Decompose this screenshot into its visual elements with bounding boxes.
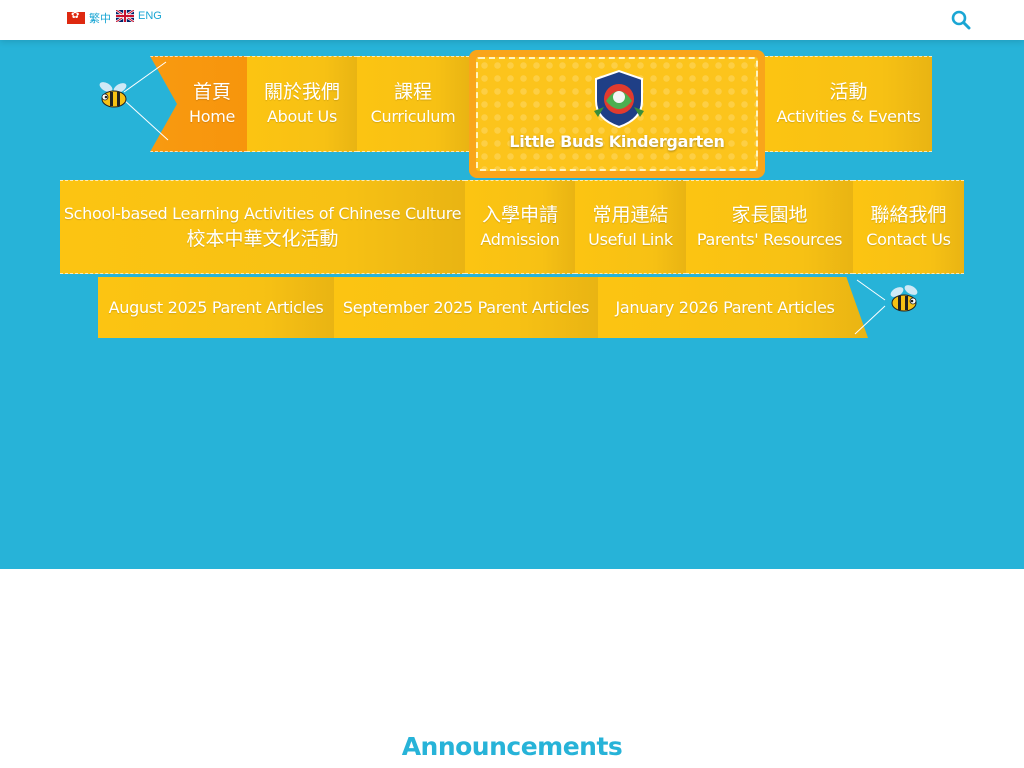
logo-frame: Little Buds Kindergarten bbox=[476, 57, 758, 171]
nav-chinese-culture-zh: 校本中華文化活動 bbox=[186, 228, 339, 250]
nav-useful-link[interactable]: 常用連結 Useful Link bbox=[575, 180, 686, 274]
nav-home-zh: 首頁 bbox=[192, 81, 231, 103]
nav-chinese-culture-en: School-based Learning Activities of Chin… bbox=[63, 204, 462, 223]
announcements-heading: Announcements bbox=[401, 732, 623, 761]
nav-useful-link-zh: 常用連結 bbox=[592, 204, 669, 226]
uk-flag-icon bbox=[116, 10, 134, 22]
language-en-label: ENG bbox=[138, 10, 162, 22]
nav-row-3: August 2025 Parent Articles September 20… bbox=[98, 277, 868, 338]
nav-activities-zh: 活動 bbox=[829, 81, 868, 103]
bee-right-icon bbox=[854, 279, 918, 335]
nav-parents-resources-en: Parents' Resources bbox=[696, 230, 843, 249]
top-bar: 繁中 ENG bbox=[0, 0, 1024, 40]
school-crest-icon bbox=[594, 69, 644, 129]
nav-about-us-zh: 關於我們 bbox=[263, 81, 340, 103]
nav-admission-zh: 入學申請 bbox=[481, 204, 558, 226]
nav-contact-us[interactable]: 聯絡我們 Contact Us bbox=[853, 180, 964, 274]
nav-curriculum-zh: 課程 bbox=[393, 81, 432, 103]
nav-useful-link-en: Useful Link bbox=[588, 230, 673, 249]
nav-january-articles[interactable]: January 2026 Parent Articles bbox=[598, 277, 868, 338]
nav-contact-us-zh: 聯絡我們 bbox=[870, 204, 947, 226]
nav-august-articles-label: August 2025 Parent Articles bbox=[108, 297, 324, 317]
bee-left-icon bbox=[99, 61, 169, 141]
nav-activities-events[interactable]: 活動 Activities & Events bbox=[765, 56, 932, 152]
site-logo[interactable]: Little Buds Kindergarten bbox=[469, 50, 765, 178]
nav-about-us[interactable]: 關於我們 About Us bbox=[247, 56, 357, 152]
nav-home-en: Home bbox=[188, 107, 236, 126]
nav-admission-en: Admission bbox=[480, 230, 560, 249]
nav-curriculum[interactable]: 課程 Curriculum bbox=[357, 56, 469, 152]
nav-about-us-en: About Us bbox=[266, 107, 338, 126]
nav-curriculum-en: Curriculum bbox=[370, 107, 456, 126]
search-icon[interactable] bbox=[951, 10, 971, 30]
language-en-link[interactable]: ENG bbox=[116, 10, 162, 22]
nav-row-2: School-based Learning Activities of Chin… bbox=[60, 180, 964, 274]
hong-kong-flag-icon bbox=[67, 10, 85, 24]
nav-parents-resources[interactable]: 家長園地 Parents' Resources bbox=[686, 180, 853, 274]
nav-activities-en: Activities & Events bbox=[776, 107, 921, 126]
nav-september-articles-label: September 2025 Parent Articles bbox=[342, 297, 590, 317]
logo-text: Little Buds Kindergarten bbox=[509, 132, 725, 151]
nav-parents-resources-zh: 家長園地 bbox=[731, 204, 808, 226]
nav-contact-us-en: Contact Us bbox=[866, 230, 951, 249]
nav-january-articles-label: January 2026 Parent Articles bbox=[615, 297, 835, 317]
nav-admission[interactable]: 入學申請 Admission bbox=[465, 180, 575, 274]
language-zh-label: 繁中 bbox=[89, 13, 111, 25]
nav-august-articles[interactable]: August 2025 Parent Articles bbox=[98, 277, 334, 338]
language-zh-link[interactable]: 繁中 bbox=[67, 10, 111, 26]
nav-september-articles[interactable]: September 2025 Parent Articles bbox=[334, 277, 598, 338]
nav-chinese-culture[interactable]: School-based Learning Activities of Chin… bbox=[60, 180, 465, 274]
